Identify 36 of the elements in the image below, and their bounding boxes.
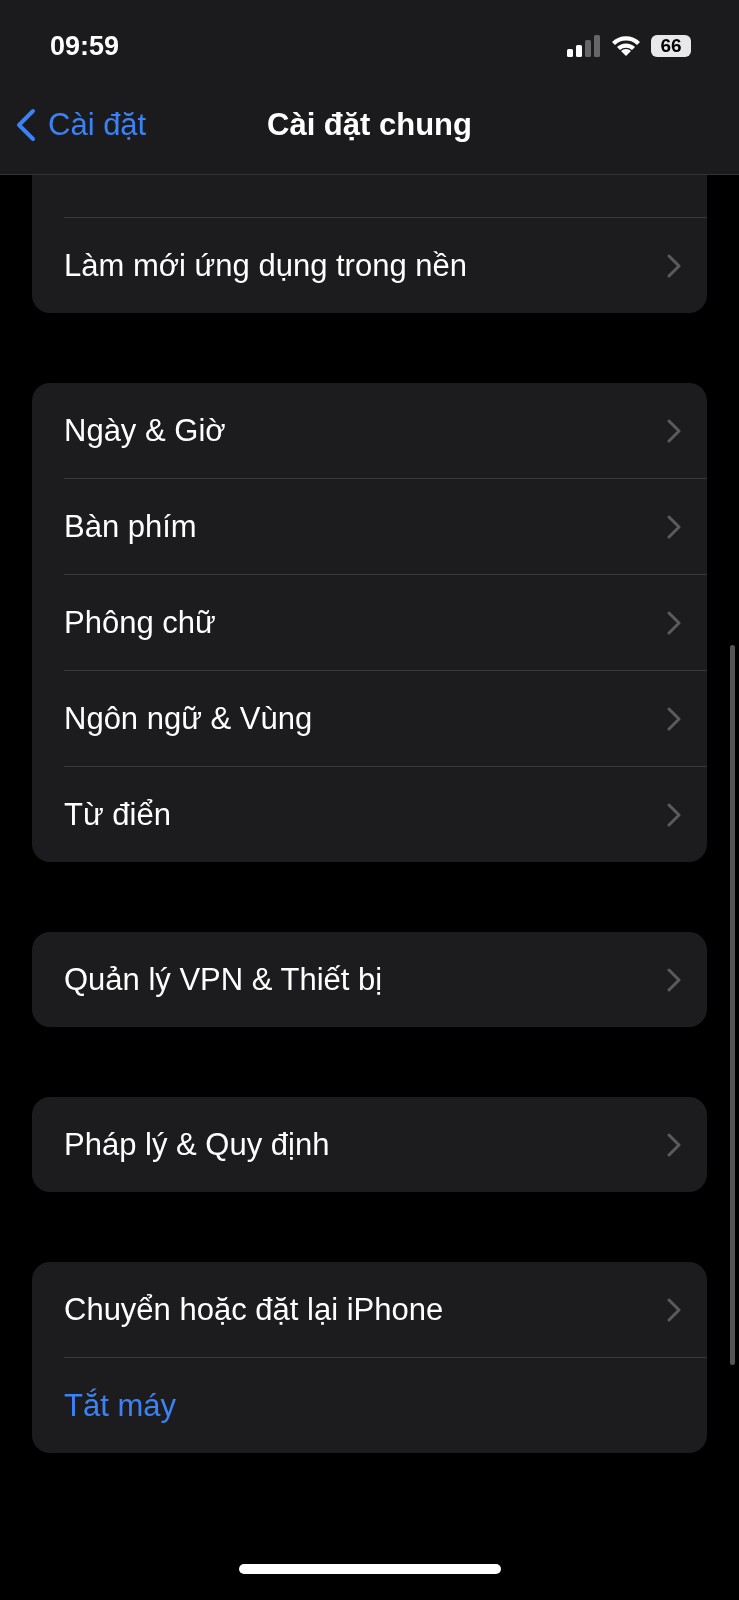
row-label: Ngày & Giờ (64, 412, 226, 449)
status-time: 09:59 (50, 30, 120, 62)
wifi-icon (611, 35, 641, 57)
page-title: Cài đặt chung (267, 107, 472, 143)
row-label: Bàn phím (64, 508, 197, 545)
chevron-icon (667, 802, 681, 827)
chevron-icon (667, 253, 681, 278)
row-label: Pháp lý & Quy định (64, 1126, 330, 1163)
row-label: Làm mới ứng dụng trong nền (64, 247, 467, 284)
back-chevron-icon (16, 108, 36, 142)
signal-icon (567, 35, 601, 57)
settings-row[interactable]: Tắt máy (64, 1357, 707, 1453)
settings-row[interactable]: Ngôn ngữ & Vùng (64, 670, 707, 766)
chevron-icon (667, 418, 681, 443)
settings-row[interactable]: Từ điển (64, 766, 707, 862)
row-label: Quản lý VPN & Thiết bị (64, 961, 383, 998)
chevron-icon (667, 1132, 681, 1157)
chevron-icon (667, 514, 681, 539)
back-button[interactable]: Cài đặt (16, 107, 147, 143)
settings-row[interactable]: Quản lý VPN & Thiết bị (64, 932, 707, 1027)
settings-row[interactable]: Bàn phím (64, 478, 707, 574)
battery-level: 66 (651, 35, 691, 57)
settings-row[interactable]: Phông chữ (64, 574, 707, 670)
row-label: Phông chữ (64, 604, 216, 641)
chevron-icon (667, 610, 681, 635)
settings-row[interactable]: Chuyển hoặc đặt lại iPhone (64, 1262, 707, 1357)
settings-row[interactable]: Ngày & Giờ (64, 383, 707, 478)
row-label: Từ điển (64, 796, 171, 833)
chevron-icon (667, 967, 681, 992)
chevron-icon (667, 1297, 681, 1322)
row-label: Ngôn ngữ & Vùng (64, 700, 313, 737)
settings-row[interactable]: Làm mới ứng dụng trong nền (64, 217, 707, 313)
settings-row[interactable]: Pháp lý & Quy định (64, 1097, 707, 1192)
action-label: Tắt máy (64, 1387, 176, 1424)
chevron-icon (667, 706, 681, 731)
row-label: Chuyển hoặc đặt lại iPhone (64, 1291, 444, 1328)
